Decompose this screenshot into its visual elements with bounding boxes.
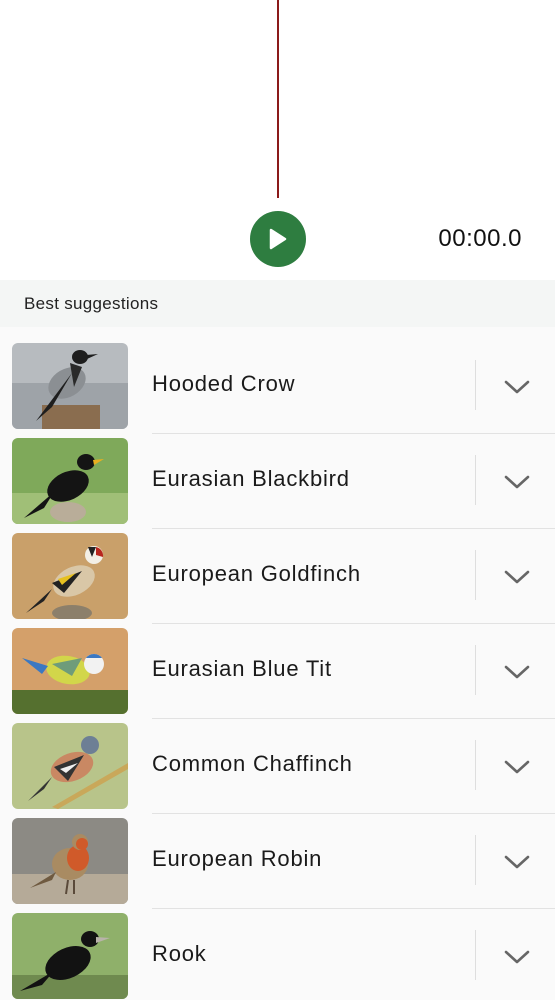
expand-button[interactable] [492,557,542,597]
divider [475,835,476,885]
suggestion-row-european-robin[interactable]: European Robin [0,802,555,909]
divider [475,455,476,505]
bird-thumbnail [12,628,128,714]
play-icon [269,228,287,250]
suggestion-row-rook[interactable]: Rook [0,897,555,999]
suggestion-row-common-chaffinch[interactable]: Common Chaffinch [0,707,555,814]
divider [475,740,476,790]
divider [475,360,476,410]
suggestion-row-european-goldfinch[interactable]: European Goldfinch [0,517,555,624]
bird-name: European Goldfinch [152,561,361,586]
suggestion-row-hooded-crow[interactable]: Hooded Crow [0,327,555,434]
expand-button[interactable] [492,937,542,977]
expand-button[interactable] [492,747,542,787]
expand-button[interactable] [492,652,542,692]
chevron-down-icon [504,665,530,679]
bird-thumbnail [12,723,128,809]
european-goldfinch-photo [12,533,128,619]
audio-player: 00:00.0 [0,0,555,280]
expand-button[interactable] [492,462,542,502]
suggestion-row-eurasian-blue-tit[interactable]: Eurasian Blue Tit [0,612,555,719]
bird-name: Rook [152,941,207,966]
eurasian-blue-tit-photo [12,628,128,714]
eurasian-blackbird-photo [12,438,128,524]
suggestion-row-eurasian-blackbird[interactable]: Eurasian Blackbird [0,422,555,529]
chevron-down-icon [504,570,530,584]
suggestions-header-label: Best suggestions [24,293,159,313]
chevron-down-icon [504,950,530,964]
bird-name: Common Chaffinch [152,751,353,776]
playhead-line[interactable] [277,0,279,198]
common-chaffinch-photo [12,723,128,809]
bird-thumbnail [12,533,128,619]
bird-thumbnail [12,818,128,904]
bird-name: Eurasian Blackbird [152,466,350,491]
bird-thumbnail [12,913,128,999]
bird-sound-id-screen: 00:00.0 Best suggestions Hooded Crow Eur… [0,0,555,1000]
chevron-down-icon [504,380,530,394]
hooded-crow-photo [12,343,128,429]
bird-thumbnail [12,343,128,429]
bird-name: Eurasian Blue Tit [152,656,332,681]
suggestions-list: Hooded Crow Eurasian Blackbird European … [0,327,555,1000]
expand-button[interactable] [492,367,542,407]
divider [475,550,476,600]
playback-timer: 00:00.0 [438,225,522,252]
european-robin-photo [12,818,128,904]
divider [475,930,476,980]
bird-name: Hooded Crow [152,371,296,396]
bird-name: European Robin [152,846,323,871]
expand-button[interactable] [492,842,542,882]
rook-photo [12,913,128,999]
bird-thumbnail [12,438,128,524]
chevron-down-icon [504,760,530,774]
chevron-down-icon [504,475,530,489]
suggestions-header: Best suggestions [0,280,555,327]
chevron-down-icon [504,855,530,869]
divider [475,645,476,695]
play-button[interactable] [250,211,306,267]
